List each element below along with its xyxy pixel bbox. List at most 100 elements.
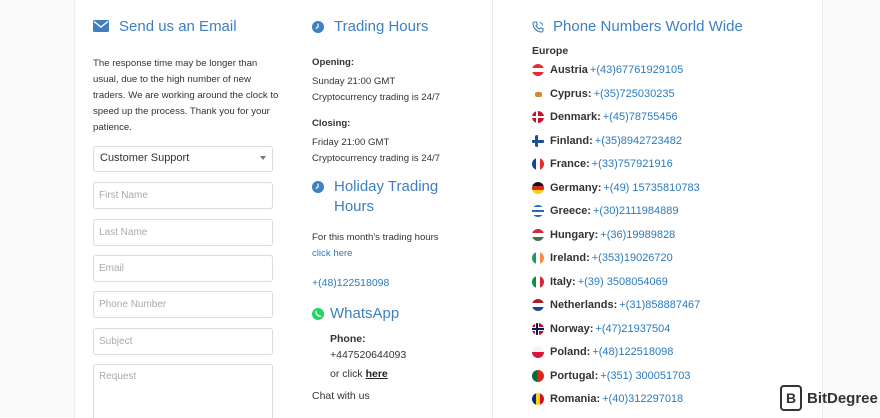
bitdegree-logo-text: BitDegree xyxy=(807,389,878,407)
france-flag-icon xyxy=(532,158,544,170)
norway-flag-icon xyxy=(532,323,544,335)
poland-flag-icon xyxy=(532,346,544,358)
netherlands-flag-icon xyxy=(532,299,544,311)
phone-number-link[interactable]: +(47)21937504 xyxy=(595,323,670,335)
page-margin-right xyxy=(822,0,880,418)
phone-row-hungary: Hungary: +(36)19989828 xyxy=(532,227,675,243)
hungary-flag-icon xyxy=(532,229,544,241)
finland-flag-icon xyxy=(532,135,544,147)
holiday-title-line1: Holiday Trading xyxy=(334,178,439,195)
clock-icon xyxy=(312,21,324,33)
phone-number-link[interactable]: +(48)122518098 xyxy=(592,346,673,358)
country-name: Denmark: xyxy=(550,111,601,123)
country-name: France: xyxy=(550,158,590,170)
email-field[interactable] xyxy=(93,255,273,282)
whatsapp-phone-number: +447520644093 xyxy=(330,349,407,361)
request-field[interactable] xyxy=(93,364,273,418)
country-name: Norway: xyxy=(550,323,594,335)
department-selected: Customer Support xyxy=(100,152,190,164)
page-margin-left xyxy=(0,0,74,418)
phone-row-norway: Norway: +(47)21937504 xyxy=(532,321,670,337)
phone-number-link[interactable]: +(351) 300051703 xyxy=(600,370,690,382)
phone-row-france: France: +(33)757921916 xyxy=(532,156,673,172)
whatsapp-icon xyxy=(312,308,324,320)
phone-icon xyxy=(532,21,544,33)
country-name: Romania: xyxy=(550,393,601,405)
holiday-phone-link[interactable]: +(48)122518098 xyxy=(312,275,389,291)
greece-flag-icon xyxy=(532,205,544,217)
country-name: Poland: xyxy=(550,346,591,358)
chevron-down-icon xyxy=(260,156,266,160)
phone-row-germany: Germany: +(49) 15735810783 xyxy=(532,180,700,196)
phone-number-link[interactable]: +(43)67761929105 xyxy=(590,64,683,76)
holiday-text: For this month's trading hours xyxy=(312,232,439,243)
last-name-field[interactable] xyxy=(93,219,273,246)
italy-flag-icon xyxy=(532,276,544,288)
opening-time: Sunday 21:00 GMT xyxy=(312,76,396,87)
romania-flag-icon xyxy=(532,393,544,405)
phone-row-italy: Italy: +(39) 3508054069 xyxy=(532,274,668,290)
email-title: Send us an Email xyxy=(119,18,237,35)
country-name: Ireland: xyxy=(550,252,590,264)
country-name: Netherlands: xyxy=(550,299,618,311)
phone-row-netherlands: Netherlands: +(31)858887467 xyxy=(532,297,700,313)
whatsapp-here-link[interactable]: here xyxy=(366,368,388,380)
phone-number-field[interactable] xyxy=(93,291,273,318)
phone-number-link[interactable]: +(31)858887467 xyxy=(619,299,700,311)
phone-row-portugal: Portugal: +(351) 300051703 xyxy=(532,368,691,384)
divider xyxy=(492,0,493,418)
portugal-flag-icon xyxy=(532,370,544,382)
country-name: Italy: xyxy=(550,276,576,288)
country-name: Portugal: xyxy=(550,370,599,382)
phone-number-link[interactable]: +(353)19026720 xyxy=(592,252,673,264)
phone-number-link[interactable]: +(35)725030235 xyxy=(594,88,675,100)
phone-number-link[interactable]: +(35)8942723482 xyxy=(595,135,682,147)
holiday-heading: Holiday Trading Hours xyxy=(312,177,482,217)
germany-flag-icon xyxy=(532,182,544,194)
bitdegree-logo: B BitDegree xyxy=(780,385,878,411)
phone-number-link[interactable]: +(36)19989828 xyxy=(600,229,675,241)
phone-row-austria: Austria +(43)67761929105 xyxy=(532,62,683,78)
department-select[interactable]: Customer Support xyxy=(93,146,273,172)
country-name: Cyprus: xyxy=(550,88,592,100)
opening-label: Opening: xyxy=(312,57,355,68)
trading-title: Trading Hours xyxy=(334,18,429,35)
phone-number-link[interactable]: +(33)757921916 xyxy=(592,158,673,170)
phone-row-finland: Finland: +(35)8942723482 xyxy=(532,133,682,149)
phone-row-poland: Poland: +(48)122518098 xyxy=(532,344,673,360)
email-description: The response time may be longer than usu… xyxy=(93,58,279,133)
phone-number-link[interactable]: +(45)78755456 xyxy=(603,111,678,123)
envelope-icon xyxy=(93,20,109,32)
whatsapp-phone-label: Phone: xyxy=(330,333,366,345)
country-name: Hungary: xyxy=(550,229,599,241)
closing-label: Closing: xyxy=(312,118,351,129)
email-heading: Send us an Email xyxy=(93,17,293,37)
cyprus-flag-icon xyxy=(532,88,544,100)
phone-number-link[interactable]: +(49) 15735810783 xyxy=(603,182,699,194)
holiday-title-line2: Hours xyxy=(334,198,375,215)
country-name: Germany: xyxy=(550,182,602,194)
phone-row-denmark: Denmark: +(45)78755456 xyxy=(532,109,678,125)
phone-row-ireland: Ireland: +(353)19026720 xyxy=(532,250,673,266)
country-name: Austria xyxy=(550,64,588,76)
phone-number-link[interactable]: +(39) 3508054069 xyxy=(578,276,668,288)
region-label: Europe xyxy=(532,45,569,57)
divider xyxy=(822,0,823,418)
phone-row-cyprus: Cyprus: +(35)725030235 xyxy=(532,86,675,102)
country-name: Greece: xyxy=(550,205,591,217)
or-click-text: or click xyxy=(330,368,366,380)
phones-heading: Phone Numbers World Wide xyxy=(532,17,792,37)
opening-crypto-note: Cryptocurrency trading is 24/7 xyxy=(312,92,440,103)
bitdegree-logo-icon: B xyxy=(780,385,802,411)
subject-field[interactable] xyxy=(93,328,273,355)
whatsapp-title: WhatsApp xyxy=(330,305,400,322)
country-name: Finland: xyxy=(550,135,593,147)
austria-flag-icon xyxy=(532,64,544,76)
first-name-field[interactable] xyxy=(93,182,273,209)
whatsapp-or-click: or click here xyxy=(330,366,388,382)
phone-number-link[interactable]: +(40)312297018 xyxy=(602,393,683,405)
phone-number-link[interactable]: +(30)2111984889 xyxy=(593,205,679,217)
holiday-click-here-link[interactable]: click here xyxy=(312,246,353,262)
trading-heading: Trading Hours xyxy=(312,17,492,37)
divider xyxy=(74,0,75,418)
